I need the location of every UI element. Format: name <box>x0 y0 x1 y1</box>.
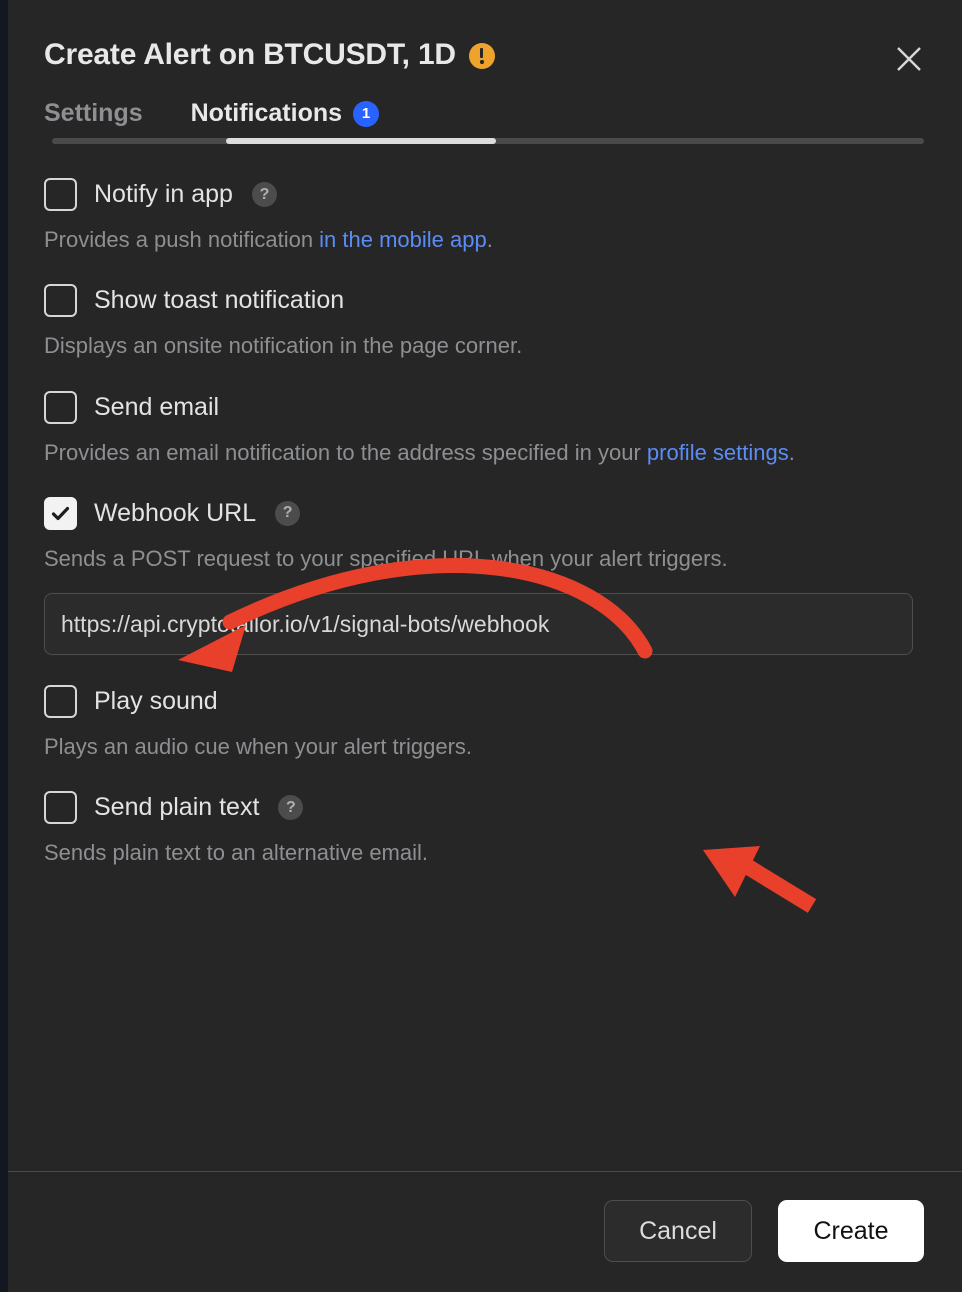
profile-settings-link[interactable]: profile settings <box>647 440 789 465</box>
option-play-sound: Play sound Plays an audio cue when your … <box>44 685 926 761</box>
checkbox-webhook-url[interactable] <box>44 496 77 530</box>
checkbox-send-plain-text[interactable] <box>44 791 77 825</box>
desc-send-email: Provides an email notification to the ad… <box>44 438 924 467</box>
option-play-sound-row[interactable]: Play sound <box>44 685 926 718</box>
option-show-toast: Show toast notification Displays an onsi… <box>44 284 926 360</box>
option-notify-in-app: Notify in app ? Provides a push notifica… <box>44 178 926 254</box>
webhook-url-input[interactable] <box>44 593 913 655</box>
option-webhook-url: Webhook URL ? Sends a POST request to yo… <box>44 496 926 655</box>
tab-underline <box>8 138 962 144</box>
dialog-footer: Cancel Create <box>8 1171 962 1292</box>
label-send-email: Send email <box>94 392 220 421</box>
notifications-panel: Notify in app ? Provides a push notifica… <box>8 144 962 1171</box>
option-show-toast-row[interactable]: Show toast notification <box>44 284 926 318</box>
desc-play-sound: Plays an audio cue when your alert trigg… <box>44 734 473 759</box>
dialog-title-text: Create Alert on BTCUSDT, 1D <box>44 38 456 71</box>
desc-send-email-tail: . <box>788 439 795 465</box>
close-button[interactable] <box>886 36 932 82</box>
close-icon <box>894 44 924 74</box>
create-button[interactable]: Create <box>778 1200 924 1262</box>
notifications-count-badge: 1 <box>353 100 380 127</box>
label-notify-in-app: Notify in app <box>94 180 233 208</box>
desc-send-email-text: Provides an email notification to the ad… <box>44 439 647 465</box>
option-send-email: Send email Provides an email notificatio… <box>44 390 926 467</box>
desc-notify-in-app-tail: . <box>486 227 493 252</box>
checkbox-show-toast[interactable] <box>44 284 77 318</box>
tab-notifications-label: Notifications <box>190 99 343 127</box>
tab-settings-label: Settings <box>44 99 143 127</box>
option-notify-in-app-row[interactable]: Notify in app ? <box>44 178 926 211</box>
check-icon <box>51 506 70 520</box>
cancel-button[interactable]: Cancel <box>604 1200 752 1262</box>
label-show-toast: Show toast notification <box>94 286 345 315</box>
label-send-plain-text: Send plain text <box>94 793 260 822</box>
help-icon-notify-in-app[interactable]: ? <box>251 182 277 207</box>
label-play-sound: Play sound <box>94 687 218 715</box>
mobile-app-link[interactable]: in the mobile app <box>319 227 487 252</box>
desc-show-toast: Displays an onsite notification in the p… <box>44 333 523 359</box>
page-backdrop <box>0 0 8 1292</box>
create-alert-dialog: Create Alert on BTCUSDT, 1D Settings Not… <box>8 0 962 1292</box>
checkbox-send-email[interactable] <box>44 390 77 424</box>
checkbox-play-sound[interactable] <box>44 685 77 718</box>
label-webhook-url: Webhook URL <box>94 498 257 527</box>
warning-icon <box>468 42 495 69</box>
option-send-plain-text: Send plain text ? Sends plain text to an… <box>44 791 926 867</box>
option-webhook-url-row[interactable]: Webhook URL ? <box>44 496 926 530</box>
option-send-email-row[interactable]: Send email <box>44 390 926 424</box>
desc-notify-in-app-text: Provides a push notification <box>44 227 320 252</box>
option-send-plain-text-row[interactable]: Send plain text ? <box>44 791 926 825</box>
tab-underline-active <box>226 138 496 144</box>
help-icon-send-plain-text[interactable]: ? <box>278 795 304 821</box>
checkbox-notify-in-app[interactable] <box>44 178 77 211</box>
page-title: Create Alert on BTCUSDT, 1D <box>44 38 926 71</box>
dialog-header: Create Alert on BTCUSDT, 1D <box>8 0 962 71</box>
desc-notify-in-app: Provides a push notification in the mobi… <box>44 225 924 254</box>
desc-webhook-url: Sends a POST request to your specified U… <box>44 545 728 571</box>
help-icon-webhook-url[interactable]: ? <box>275 500 301 526</box>
desc-send-plain-text: Sends plain text to an alternative email… <box>44 840 429 866</box>
